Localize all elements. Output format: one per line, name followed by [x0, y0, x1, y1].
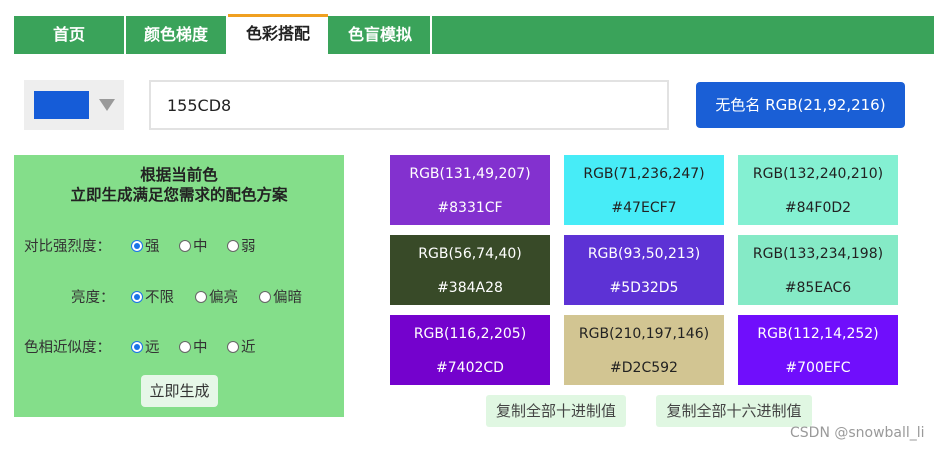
watermark: CSDN @snowball_li [790, 425, 925, 441]
current-color-swatch[interactable] [34, 91, 89, 119]
card-hex: #700EFC [785, 360, 851, 376]
brightness-option-any[interactable]: 不限 [131, 286, 174, 307]
color-name-button[interactable]: 无色名 RGB(21,92,216) [696, 82, 905, 128]
tab-color-match[interactable]: 色彩搭配 [228, 14, 328, 54]
top-nav: 首页 颜色梯度 色彩搭配 色盲模拟 [14, 14, 934, 54]
tab-gradient[interactable]: 颜色梯度 [126, 16, 226, 54]
radio-icon[interactable] [131, 239, 143, 252]
copy-hex-button[interactable]: 复制全部十六进制值 [656, 395, 812, 427]
copy-decimal-button[interactable]: 复制全部十进制值 [486, 395, 626, 427]
brightness-option-dark[interactable]: 偏暗 [259, 286, 302, 307]
card-rgb: RGB(56,74,40) [418, 246, 522, 262]
chevron-down-icon[interactable] [99, 99, 115, 111]
tab-colorblind-sim[interactable]: 色盲模拟 [330, 16, 430, 54]
hue-option-far[interactable]: 远 [131, 336, 160, 357]
generate-button[interactable]: 立即生成 [141, 375, 218, 407]
radio-icon[interactable] [131, 340, 143, 353]
contrast-option-weak[interactable]: 弱 [227, 235, 256, 256]
radio-icon[interactable] [179, 239, 191, 252]
tab-divider [430, 16, 432, 54]
radio-icon[interactable] [227, 340, 239, 353]
brightness-option-bright[interactable]: 偏亮 [195, 286, 238, 307]
hue-similarity-label: 色相近似度： [24, 340, 111, 356]
color-picker[interactable] [24, 80, 124, 130]
color-card[interactable]: RGB(112,14,252) #700EFC [738, 315, 898, 385]
panel-title-line2: 立即生成满足您需求的配色方案 [70, 186, 288, 204]
card-rgb: RGB(131,49,207) [409, 166, 531, 182]
card-rgb: RGB(132,240,210) [752, 166, 884, 182]
card-hex: #5D32D5 [609, 280, 679, 296]
hue-option-medium[interactable]: 中 [179, 336, 208, 357]
color-card[interactable]: RGB(71,236,247) #47ECF7 [564, 155, 724, 225]
radio-icon[interactable] [259, 290, 271, 303]
brightness-label: 亮度： [71, 290, 115, 306]
card-rgb: RGB(210,197,146) [578, 326, 710, 342]
card-rgb: RGB(112,14,252) [757, 326, 879, 342]
radio-icon[interactable] [131, 290, 143, 303]
card-hex: #47ECF7 [611, 200, 677, 216]
radio-icon[interactable] [195, 290, 207, 303]
panel-title-line1: 根据当前色 [140, 166, 218, 184]
card-hex: #85EAC6 [784, 280, 852, 296]
card-rgb: RGB(116,2,205) [413, 326, 527, 342]
color-card[interactable]: RGB(133,234,198) #85EAC6 [738, 235, 898, 305]
card-hex: #7402CD [436, 360, 504, 376]
tab-home[interactable]: 首页 [14, 16, 124, 54]
card-hex: #384A28 [437, 280, 503, 296]
card-hex: #8331CF [437, 200, 503, 216]
hue-option-near[interactable]: 近 [227, 336, 256, 357]
color-card[interactable]: RGB(210,197,146) #D2C592 [564, 315, 724, 385]
color-card[interactable]: RGB(93,50,213) #5D32D5 [564, 235, 724, 305]
card-hex: #D2C592 [610, 360, 678, 376]
contrast-option-medium[interactable]: 中 [179, 235, 208, 256]
scheme-settings-panel: 根据当前色 立即生成满足您需求的配色方案 对比强烈度： 强 中 弱 亮度： 不限… [14, 155, 344, 417]
hex-input[interactable] [149, 80, 669, 130]
radio-icon[interactable] [227, 239, 239, 252]
card-hex: #84F0D2 [784, 200, 852, 216]
card-rgb: RGB(133,234,198) [752, 246, 884, 262]
card-rgb: RGB(93,50,213) [587, 246, 701, 262]
panel-title: 根据当前色 立即生成满足您需求的配色方案 [14, 165, 344, 205]
color-card[interactable]: RGB(56,74,40) #384A28 [390, 235, 550, 305]
color-card[interactable]: RGB(131,49,207) #8331CF [390, 155, 550, 225]
card-rgb: RGB(71,236,247) [583, 166, 705, 182]
color-card[interactable]: RGB(116,2,205) #7402CD [390, 315, 550, 385]
contrast-option-strong[interactable]: 强 [131, 235, 160, 256]
contrast-label: 对比强烈度： [24, 239, 111, 255]
radio-icon[interactable] [179, 340, 191, 353]
color-card[interactable]: RGB(132,240,210) #84F0D2 [738, 155, 898, 225]
